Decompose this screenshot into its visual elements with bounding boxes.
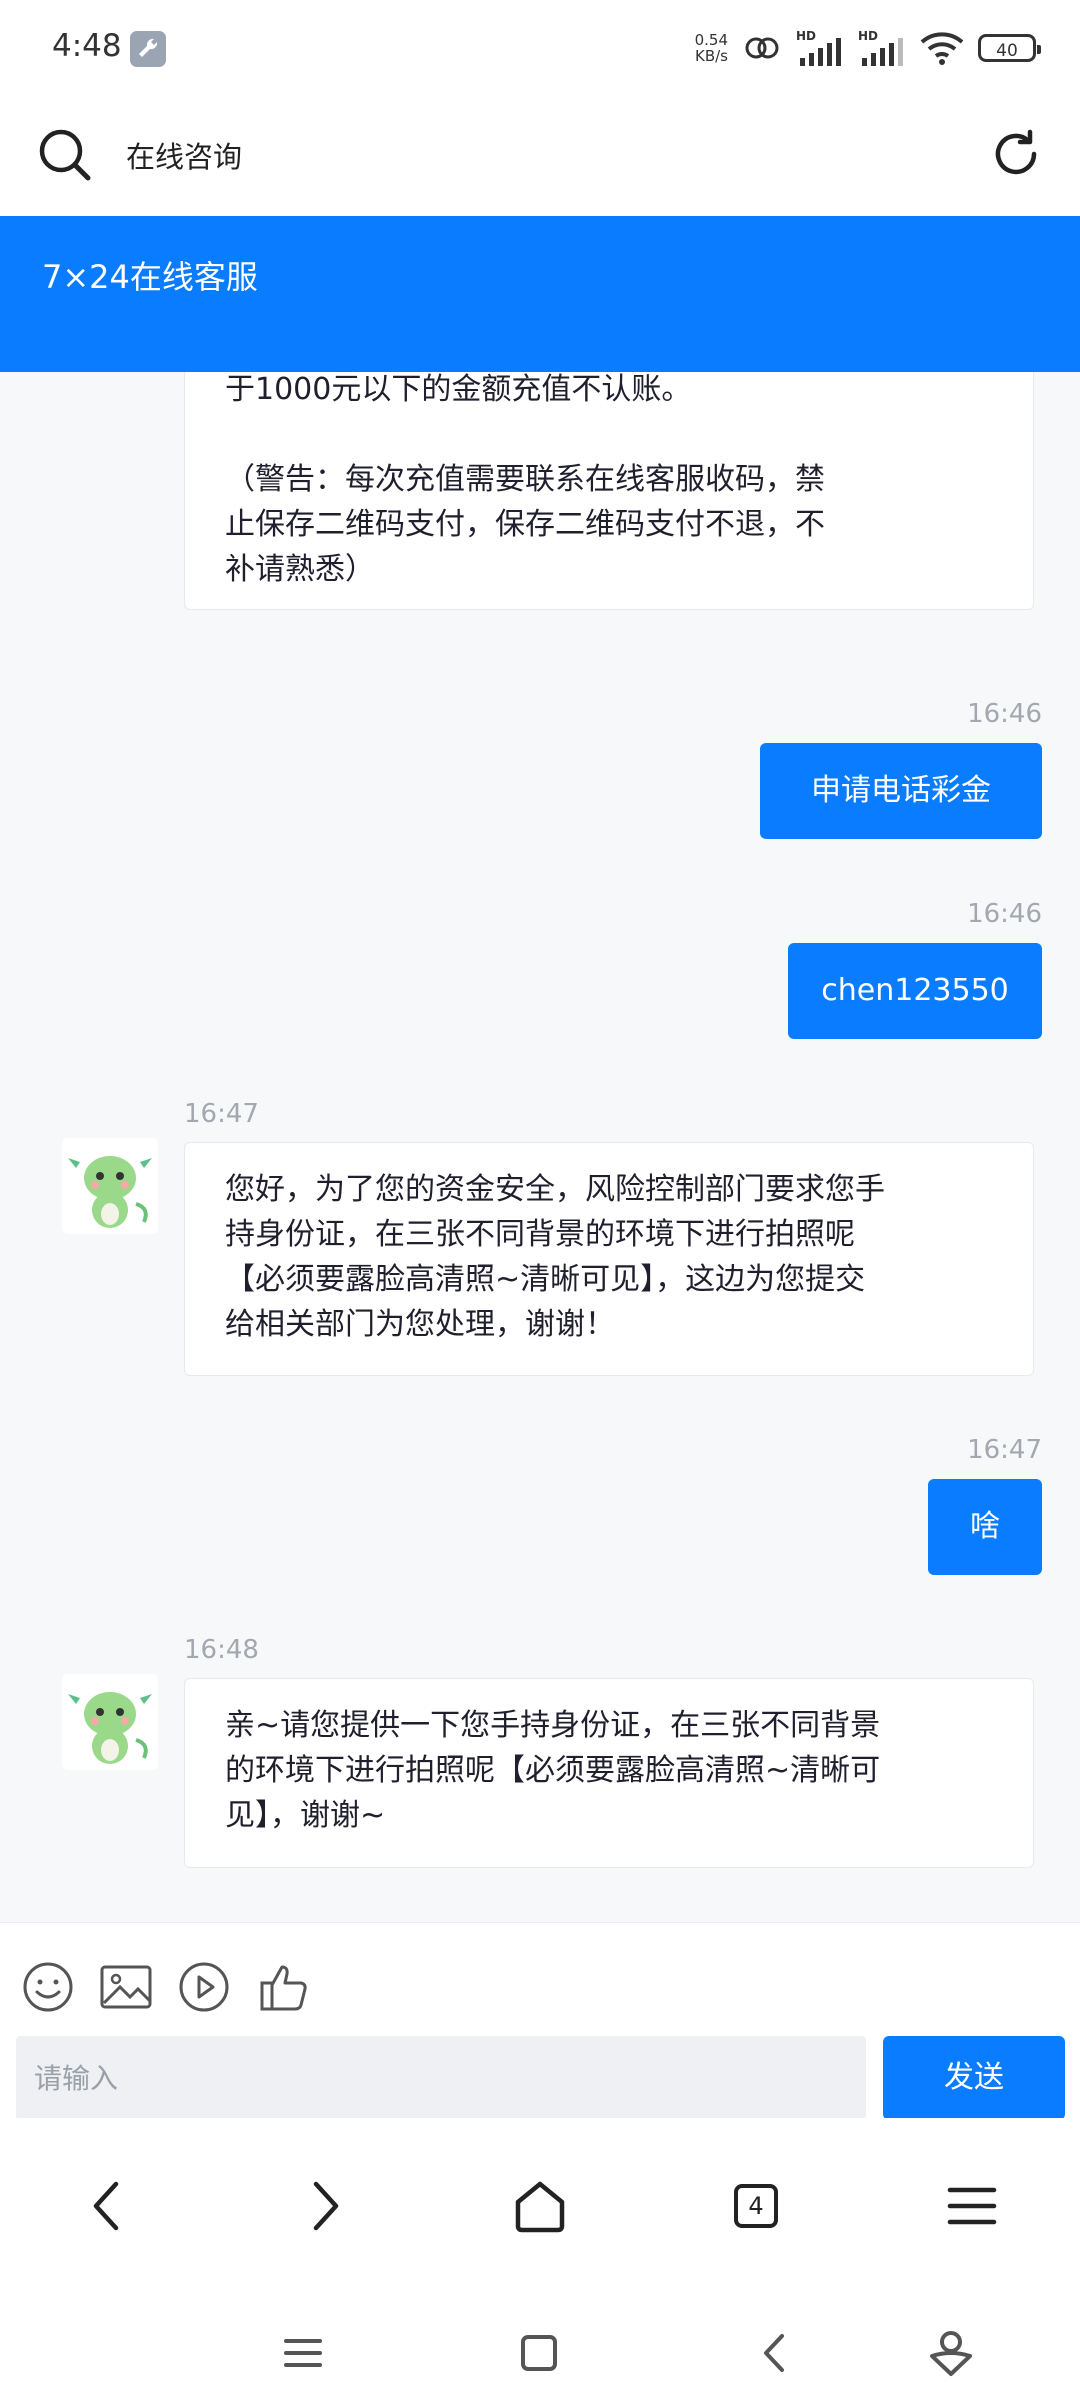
chat-messages[interactable]: 于1000元以下的金额充值不认账。 （警告：每次充值需要联系在线客服收码，禁 止… (0, 372, 1080, 1922)
battery-icon: 40 (978, 34, 1041, 62)
message-line: 持身份证，在三张不同背景的环境下进行拍照呢 (225, 1217, 855, 1252)
link-icon (745, 37, 779, 59)
browser-toolbar: 4 (0, 2118, 1080, 2306)
emoji-icon[interactable] (20, 1959, 76, 2015)
message-line: 补请熟悉） (225, 552, 375, 587)
message-line: 您好，为了您的资金安全，风险控制部门要求您手 (225, 1172, 885, 1207)
wifi-icon (920, 32, 964, 65)
signal-hd-icon: HD (796, 29, 841, 66)
forward-icon[interactable] (292, 2174, 356, 2238)
user-message-bubble: 申请电话彩金 (760, 743, 1042, 839)
message-line: 【必须要露脸高清照~清晰可见】，这边为您提交 (225, 1262, 866, 1297)
chat-header: 7×24在线客服 (0, 216, 1080, 372)
network-speed: 0.54 KB/s (694, 31, 728, 65)
message-time: 16:47 (967, 1435, 1042, 1465)
message-line: 于1000元以下的金额充值不认账。 (225, 372, 692, 407)
page-title: 7×24在线客服 (42, 258, 258, 296)
status-time: 4:48 (52, 28, 122, 64)
user-message-bubble: chen123550 (788, 943, 1042, 1039)
address-text[interactable]: 在线咨询 (126, 134, 242, 176)
tabs-icon[interactable]: 4 (724, 2174, 788, 2238)
address-bar[interactable]: 在线咨询 (0, 96, 1080, 216)
status-bar: 4:48 0.54 KB/s HD HD 40 (0, 0, 1080, 96)
back-button-icon[interactable] (750, 2328, 800, 2378)
svg-text:HD: HD (858, 29, 878, 43)
message-input[interactable] (16, 2036, 866, 2120)
user-message-bubble: 啥 (928, 1479, 1042, 1575)
send-button[interactable]: 发送 (883, 2036, 1065, 2120)
tabs-count: 4 (748, 2192, 764, 2220)
agent-message-bubble: 于1000元以下的金额充值不认账。 （警告：每次充值需要联系在线客服收码，禁 止… (184, 372, 1034, 610)
agent-message-bubble: 您好，为了您的资金安全，风险控制部门要求您手 持身份证，在三张不同背景的环境下进… (184, 1142, 1034, 1376)
assistant-icon[interactable] (926, 2328, 976, 2378)
signal-hd-icon: HD (858, 29, 903, 66)
message-input-wrapper[interactable] (16, 2036, 866, 2120)
message-time: 16:48 (184, 1635, 259, 1665)
system-navigation (0, 2306, 1080, 2400)
message-line: 亲~请您提供一下您手持身份证，在三张不同背景 (225, 1708, 881, 1743)
image-icon[interactable] (98, 1959, 154, 2015)
message-time: 16:46 (967, 899, 1042, 929)
message-line: 给相关部门为您处理，谢谢！ (225, 1307, 615, 1342)
back-icon[interactable] (76, 2174, 140, 2238)
refresh-icon[interactable] (988, 126, 1044, 186)
tool-notification-icon (130, 31, 166, 67)
menu-icon[interactable] (940, 2174, 1004, 2238)
message-line: 的环境下进行拍照呢【必须要露脸高清照~清晰可 (225, 1753, 881, 1788)
agent-avatar (62, 1138, 158, 1234)
message-line: 止保存二维码支付，保存二维码支付不退，不 (225, 507, 825, 542)
message-line: 见】，谢谢~ (225, 1798, 386, 1833)
message-line: （警告：每次充值需要联系在线客服收码，禁 (225, 462, 825, 497)
composer: 发送 (0, 1922, 1080, 2120)
home-icon[interactable] (508, 2174, 572, 2238)
video-icon[interactable] (176, 1959, 232, 2015)
status-indicators: 0.54 KB/s HD HD 40 (694, 22, 1041, 74)
recent-apps-icon[interactable] (278, 2328, 328, 2378)
home-button-icon[interactable] (514, 2328, 564, 2378)
message-time: 16:46 (967, 699, 1042, 729)
message-time: 16:47 (184, 1099, 259, 1129)
agent-avatar (62, 1674, 158, 1770)
search-icon[interactable] (36, 126, 94, 188)
thumbs-up-icon[interactable] (256, 1959, 312, 2015)
agent-message-bubble: 亲~请您提供一下您手持身份证，在三张不同背景 的环境下进行拍照呢【必须要露脸高清… (184, 1678, 1034, 1868)
svg-text:HD: HD (796, 29, 816, 43)
